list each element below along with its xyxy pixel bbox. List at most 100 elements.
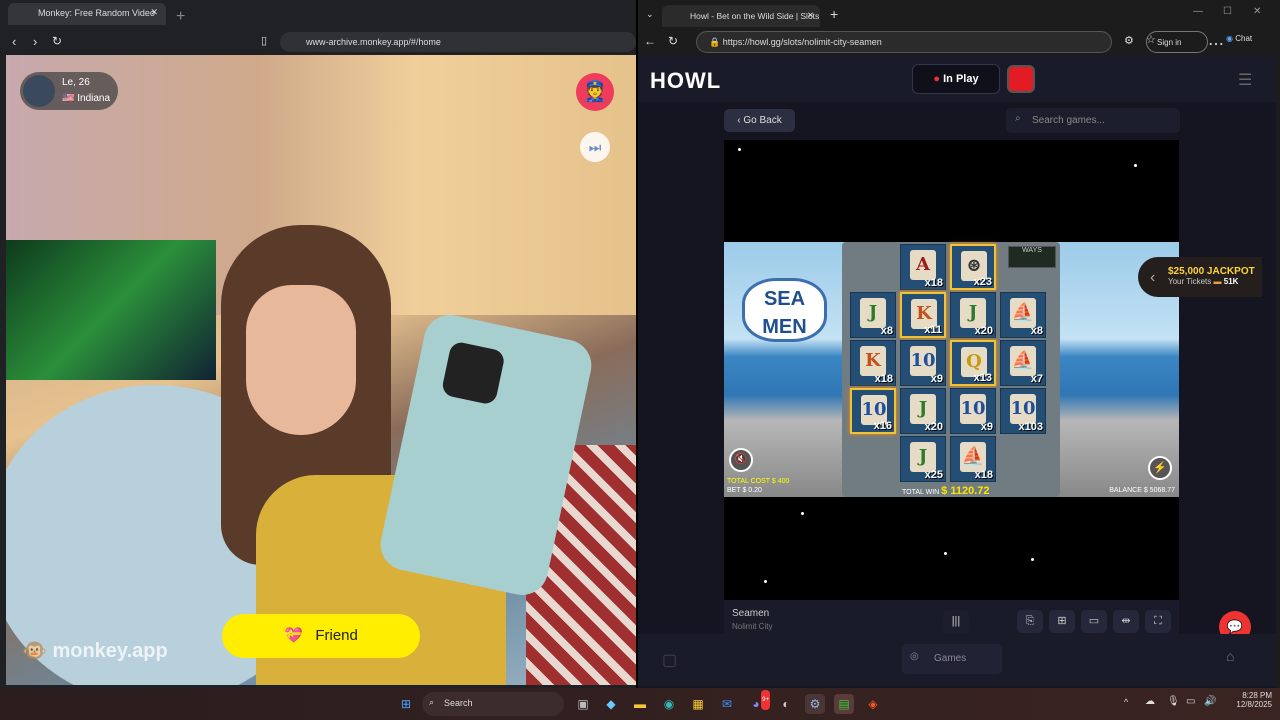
volume-icon[interactable]: 🔊 [1204, 696, 1216, 707]
url-text: https://howl.gg/slots/nolimit-city-seame… [722, 37, 882, 47]
microphone-icon[interactable]: 🎙 [1167, 696, 1180, 707]
reel-cell: Jx25 [900, 436, 946, 482]
windows-start-icon[interactable]: ⊞ [396, 694, 416, 714]
file-explorer-icon[interactable]: ▬ [630, 694, 650, 714]
search-placeholder: Search games... [1032, 115, 1105, 126]
brave-icon[interactable]: ◈ [863, 694, 883, 714]
slot-scene: SEA MEN Ax18 ⊛ x23 Jx8 Kx11 Jx20 ⛵ x8 Kx18 10 x9 Qx… [724, 242, 1179, 497]
clock[interactable]: 8:28 PM 12/8/2025 [1228, 691, 1272, 709]
chevron-left-icon[interactable]: ‹ [1150, 269, 1155, 287]
symbol-multiplier: x16 [873, 420, 892, 432]
search-icon: ⌕ [1015, 113, 1021, 124]
add-screen-icon[interactable]: ⊞ [1049, 610, 1075, 633]
howl-logo[interactable]: HOWL [650, 68, 721, 94]
more-menu-icon[interactable]: ⋯ [1208, 34, 1224, 54]
copilot-chat-button[interactable]: ◉ Chat [1226, 34, 1252, 43]
browser-tab-howl[interactable]: Howl - Bet on the Wild Side | Slots ✕ [662, 5, 820, 27]
reel-cell: Kx18 [850, 340, 896, 386]
edge-icon[interactable]: ◉ [659, 694, 679, 714]
symbol-multiplier: x18 [874, 373, 893, 385]
lock-icon: 🔒 [709, 37, 721, 47]
bookmark-icon[interactable]: ▯ [261, 34, 267, 47]
reel-symbol: J [860, 298, 886, 328]
reel-cell: Kx11 [900, 292, 946, 338]
store-icon[interactable]: ▦ [688, 694, 708, 714]
home-icon[interactable]: ⌂ [1226, 648, 1234, 664]
in-play-button[interactable]: ● In Play [912, 64, 1000, 94]
address-bar[interactable]: www-archive.monkey.app/#/home [280, 32, 636, 52]
browser-tab-monkey[interactable]: Monkey: Free Random Video ✕ [8, 3, 166, 25]
reel-symbol: 10 [960, 394, 986, 424]
fullscreen-icon[interactable]: ⛶ [1145, 610, 1171, 633]
cloud-off-icon[interactable]: ☁ [1145, 696, 1155, 707]
turbo-button[interactable]: ⚡ [1148, 456, 1172, 480]
address-bar[interactable]: 🔒 https://howl.gg/slots/nolimit-city-sea… [696, 31, 1112, 53]
tray-chevron-icon[interactable]: ^ [1124, 697, 1128, 707]
reload-icon[interactable]: ↻ [52, 34, 62, 48]
close-tab-icon[interactable]: ✕ [807, 10, 814, 21]
skip-next-button[interactable]: ⏭ [580, 132, 610, 162]
games-menu-button[interactable]: ◎ Games [902, 644, 1002, 674]
chat-icon[interactable]: ▢ [662, 650, 677, 670]
sign-in-button[interactable]: Sign in [1146, 31, 1208, 53]
close-window-button[interactable]: ✕ [1253, 6, 1261, 17]
reel-cell: Jx20 [900, 388, 946, 434]
reel-cell: 10 x16 [850, 388, 896, 434]
task-view-icon[interactable]: ▣ [573, 694, 593, 714]
reel-cell: 10 x9 [900, 340, 946, 386]
reel-machine: Ax18 ⊛ x23 Jx8 Kx11 Jx20 ⛵ x8 Kx18 10 x9 Qx13 ⛵ x7 10 x… [842, 242, 1060, 497]
maximize-button[interactable]: ☐ [1223, 6, 1232, 17]
stats-icon[interactable]: ⎘ [1017, 610, 1043, 633]
settings-icon[interactable]: ⚙ [805, 694, 825, 714]
close-tab-icon[interactable]: ✕ [150, 7, 158, 18]
new-tab-button[interactable]: + [176, 8, 185, 26]
search-icon: ⌕ [429, 697, 435, 707]
menu-icon[interactable]: ☰ [1238, 70, 1252, 90]
symbol-multiplier: x8 [1030, 325, 1043, 337]
add-friend-button[interactable]: 💝 Friend [222, 614, 420, 658]
theater-mode-icon[interactable]: ▭ [1081, 610, 1107, 633]
howl-page: HOWL ● In Play ☰ ‹ Go Back ⌕ Search games… [638, 56, 1276, 688]
expand-width-icon[interactable]: ⇹ [1113, 610, 1139, 633]
search-games-input[interactable]: ⌕ Search games... [1006, 108, 1180, 133]
minimize-button[interactable]: — [1193, 6, 1203, 17]
back-icon[interactable]: ‹ [12, 34, 16, 49]
taskbar-search[interactable]: ⌕ Search [422, 692, 564, 716]
reel-cell: Jx20 [950, 292, 996, 338]
edge-browser-window: ⌄ Howl - Bet on the Wild Side | Slots ✕ +… [638, 0, 1280, 688]
game-name: Seamen [732, 608, 770, 619]
gamepad-icon: ◎ [910, 651, 919, 662]
reel-symbol: K [860, 346, 886, 376]
sheets-icon[interactable]: ▤ [834, 694, 854, 714]
network-icon[interactable]: ▭ [1186, 696, 1195, 707]
symbol-multiplier: x13 [973, 372, 992, 384]
symbol-multiplier: x7 [1030, 373, 1043, 385]
wallet-button[interactable] [1007, 65, 1035, 93]
back-icon[interactable]: ← [644, 34, 656, 48]
go-back-button[interactable]: ‹ Go Back [724, 109, 795, 132]
reload-icon[interactable]: ↻ [668, 34, 678, 48]
total-cost: TOTAL COST $ 400 [727, 478, 789, 485]
chat-label: Chat [1235, 34, 1253, 43]
outlook-icon[interactable]: ✉ [717, 694, 737, 714]
extensions-icon[interactable]: ⚙ [1124, 34, 1134, 47]
bet-value: $ 0.20 [742, 487, 762, 494]
theater-bars-icon[interactable]: ||| [943, 610, 969, 633]
report-police-button[interactable]: 👮 [576, 73, 614, 111]
jackpot-banner[interactable]: ‹ $25,000 JACKPOT Your Tickets ▬ 51K [1138, 257, 1262, 297]
forward-icon[interactable]: › [33, 34, 37, 49]
new-tab-button[interactable]: + [830, 6, 838, 22]
game-provider[interactable]: Nolimit City [732, 622, 772, 631]
copilot-icon[interactable]: ◆ [601, 694, 621, 714]
chips-icon: ● [933, 73, 941, 85]
ways-counter: WAYS [1008, 246, 1056, 268]
tab-list-chevron-icon[interactable]: ⌄ [646, 9, 654, 20]
mute-button[interactable]: 🔇 [729, 448, 753, 472]
symbol-multiplier: x9 [980, 421, 993, 433]
total-win: TOTAL WIN $ 1120.72 [902, 485, 990, 497]
obs-icon[interactable]: ◐ [776, 694, 796, 714]
reel-symbol: A [910, 250, 936, 280]
slot-game-frame[interactable]: SEA MEN Ax18 ⊛ x23 Jx8 Kx11 Jx20 ⛵ x8 Kx18 10 x9 Qx… [724, 140, 1179, 600]
user-info-pill[interactable]: Le, 26 🇺🇸 Indiana [20, 72, 118, 110]
discord-icon[interactable]: ◕ 9+ [746, 690, 770, 714]
